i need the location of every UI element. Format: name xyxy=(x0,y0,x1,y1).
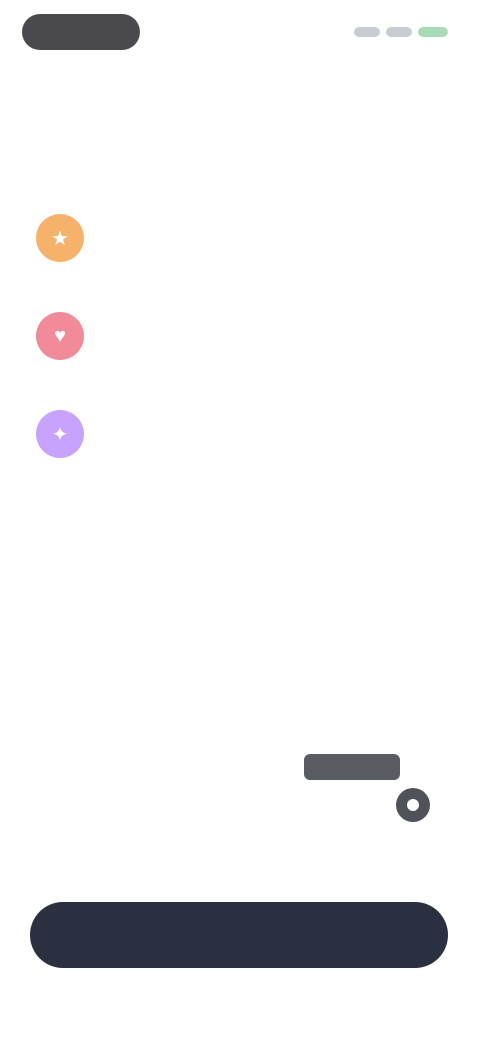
continue-button[interactable] xyxy=(30,902,448,968)
plan-label-top xyxy=(44,788,174,806)
top-bar xyxy=(22,12,450,52)
plan-badge xyxy=(304,754,400,780)
feature-item: ♥ xyxy=(28,304,448,402)
plan-radio-selected[interactable] xyxy=(396,788,430,822)
status-segment xyxy=(354,27,380,37)
status-indicator xyxy=(354,22,450,42)
feature-list: ★ ♥ ✦ xyxy=(28,206,448,500)
sparkle-icon: ✦ xyxy=(36,410,84,458)
feature-item: ★ xyxy=(28,206,448,304)
feature-item: ✦ xyxy=(28,402,448,500)
top-center-link[interactable] xyxy=(208,22,284,40)
paywall-screen: ★ ♥ ✦ xyxy=(0,0,480,1040)
plan-left-info xyxy=(44,788,174,814)
status-segment-active xyxy=(418,27,448,37)
status-segment xyxy=(386,27,412,37)
top-left-pill-button[interactable] xyxy=(22,14,140,50)
plan-option[interactable] xyxy=(30,740,450,850)
heart-icon: ♥ xyxy=(36,312,84,360)
star-icon: ★ xyxy=(36,214,84,262)
